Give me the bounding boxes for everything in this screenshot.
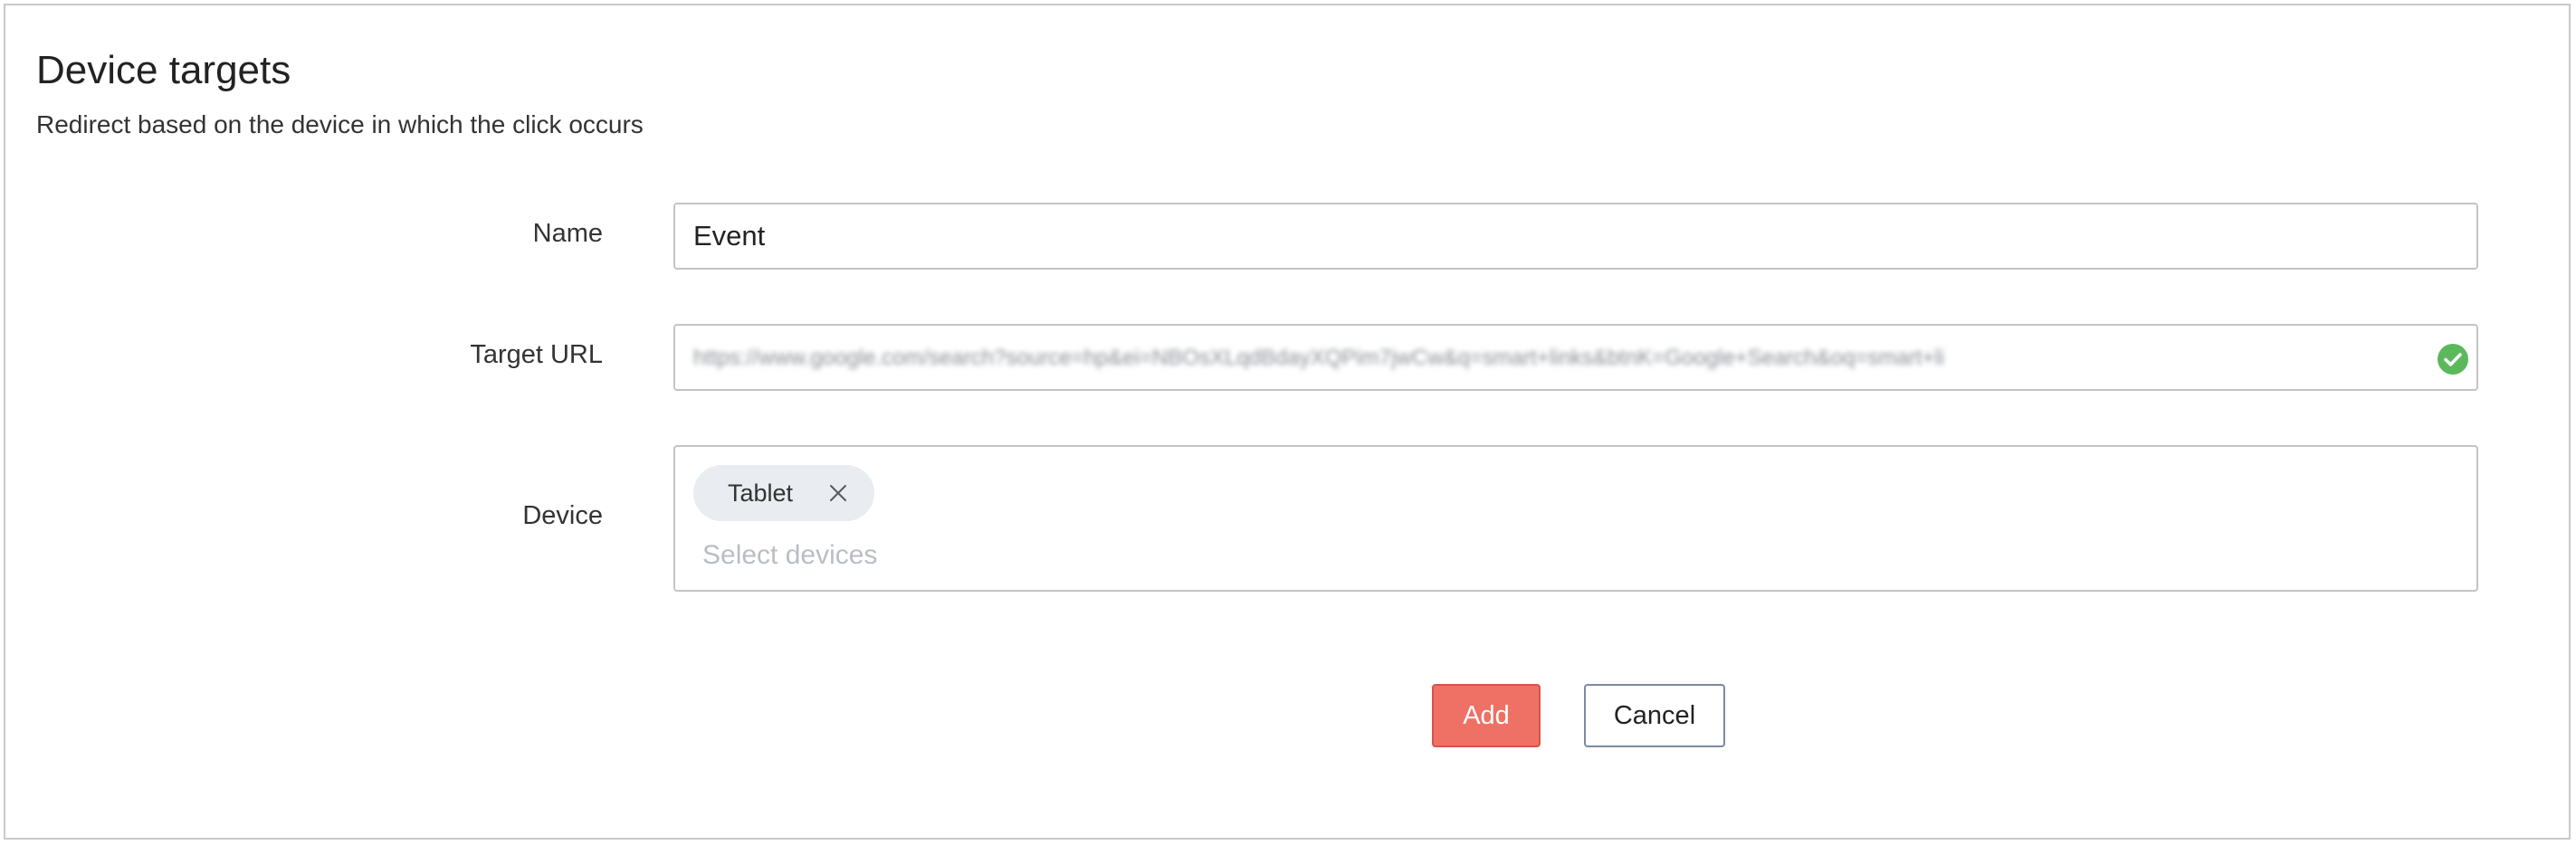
add-button[interactable]: Add [1432, 684, 1541, 747]
name-label: Name [532, 219, 603, 248]
target-url-field[interactable]: https://www.google.com/search?source=hp&… [673, 324, 2478, 391]
cancel-button[interactable]: Cancel [1584, 684, 1725, 747]
target-url-value: https://www.google.com/search?source=hp&… [693, 346, 1945, 370]
device-tag-tablet: Tablet [693, 465, 874, 521]
device-select[interactable]: Tablet Select devices [673, 445, 2478, 592]
page-title: Device targets [36, 48, 291, 92]
target-url-label: Target URL [470, 340, 603, 369]
name-field-value: Event [693, 220, 766, 252]
device-tag-label: Tablet [728, 479, 794, 507]
device-search-input[interactable]: Select devices [702, 537, 877, 574]
page-subtitle: Redirect based on the device in which th… [36, 110, 644, 138]
device-label: Device [522, 501, 603, 530]
close-icon[interactable] [827, 482, 849, 504]
name-field[interactable]: Event [673, 203, 2478, 270]
check-circle-icon [2438, 344, 2468, 375]
device-targets-panel: Device targets Redirect based on the dev… [4, 4, 2571, 840]
